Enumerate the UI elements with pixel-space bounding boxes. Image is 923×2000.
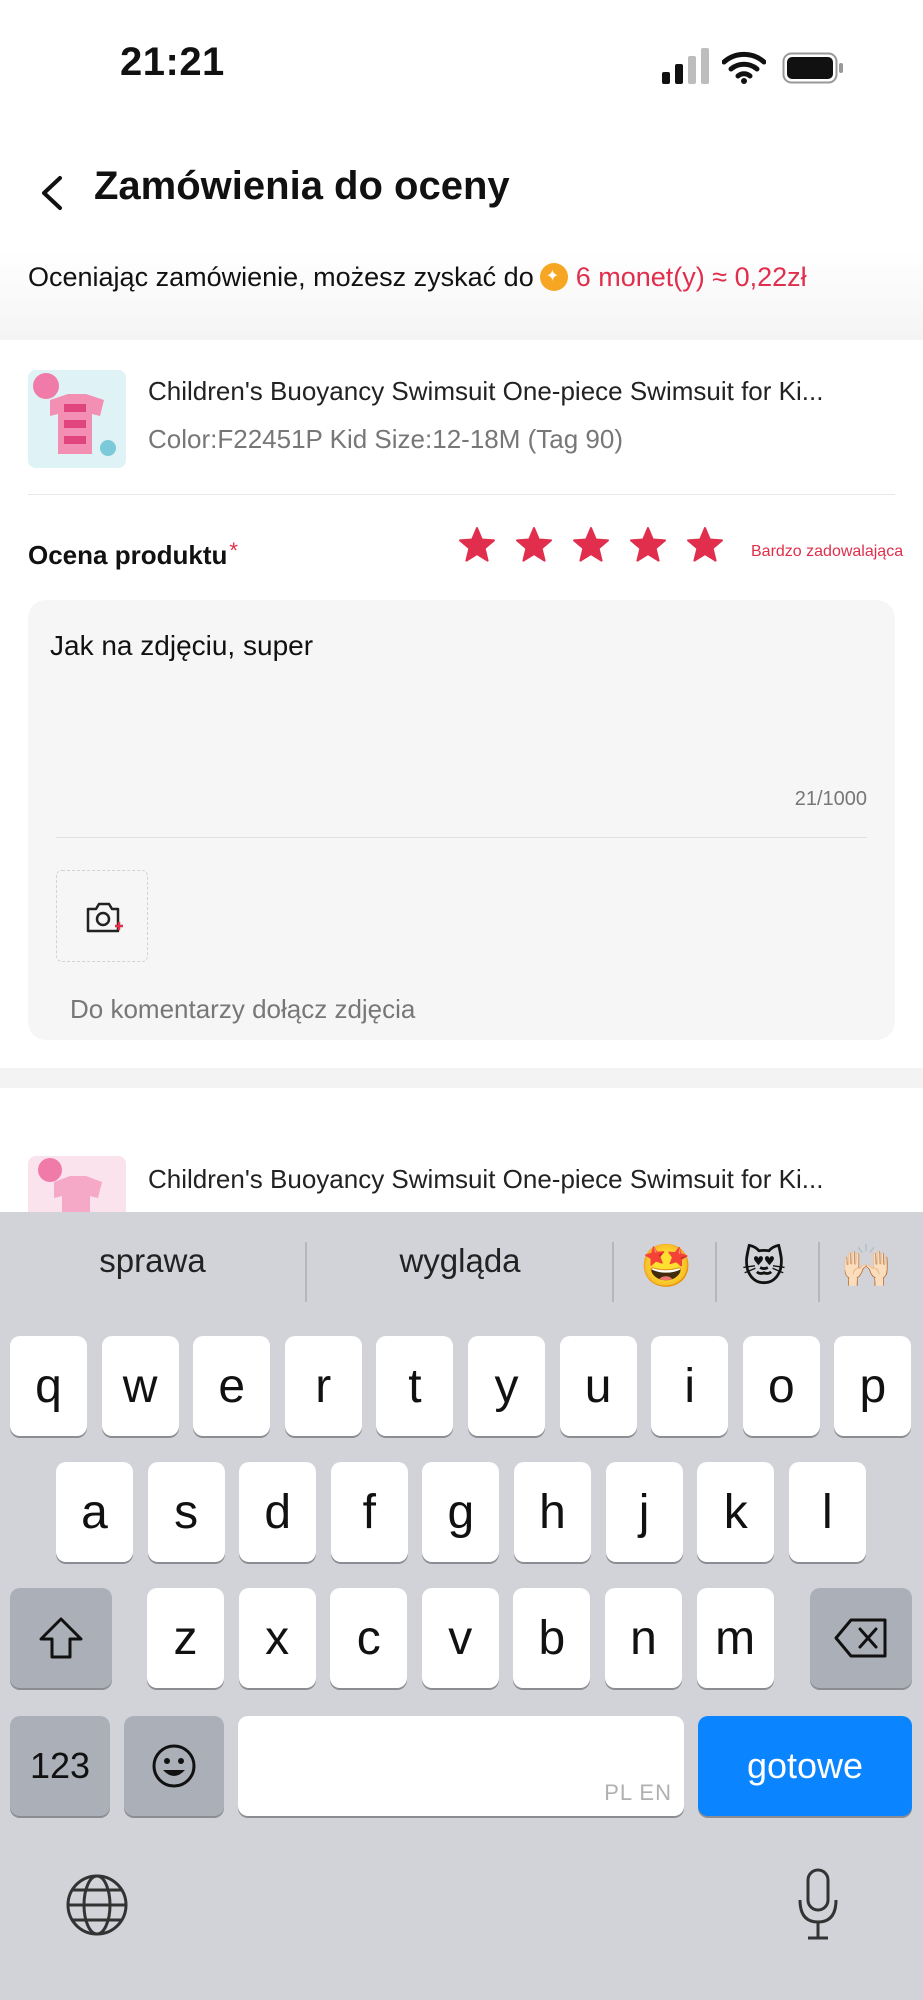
globe-icon[interactable] [64,1872,130,1938]
reward-banner: Oceniając zamówienie, możesz zyskać do 6 … [0,250,923,340]
product-thumbnail [28,1156,126,1212]
emoji-icon [152,1744,196,1788]
emoji-key[interactable] [124,1716,224,1816]
divider [715,1242,717,1302]
required-mark: * [229,538,238,563]
key-z[interactable]: z [147,1588,224,1688]
product-name[interactable]: Children's Buoyancy Swimsuit One-piece S… [148,376,888,407]
star-rating [458,526,724,564]
status-bar: 21:21 [0,0,923,130]
key-k[interactable]: k [697,1462,775,1562]
space-key[interactable]: PL EN [238,1716,684,1816]
key-p[interactable]: p [834,1336,912,1436]
product-variant: Color:F22451P Kid Size:12-18M (Tag 90) [148,424,623,454]
key-w[interactable]: w [101,1336,179,1436]
status-time: 21:21 [120,40,225,84]
space-language-label: PL EN [604,1780,672,1805]
key-o[interactable]: o [742,1336,820,1436]
battery-icon [782,52,843,84]
review-text[interactable]: Jak na zdjęciu, super [50,630,313,662]
camera-add-icon [86,902,123,933]
key-x[interactable]: x [238,1588,316,1688]
emoji-suggestion-2[interactable]: 😻 [742,1242,786,1291]
star-icon[interactable] [458,526,496,564]
key-r[interactable]: r [284,1336,362,1436]
key-e[interactable]: e [193,1336,271,1436]
wifi-icon [722,51,766,84]
suggestion-1[interactable]: sprawa [30,1242,275,1280]
add-photo-button[interactable] [56,870,148,962]
backspace-icon [834,1618,887,1658]
keyboard: sprawa wygląda 🤩 😻 🙌🏻 qwertyuiop asdfghjk… [0,1212,923,2000]
divider [56,837,867,838]
emoji-suggestion-3[interactable]: 🙌🏻 [840,1242,892,1291]
key-m[interactable]: m [696,1588,774,1688]
suggestion-bar: sprawa wygląda 🤩 😻 🙌🏻 [0,1212,923,1332]
header: Zamówienia do oceny [0,130,923,250]
reward-banner-label: Oceniając zamówienie, możesz zyskać do [28,262,534,292]
key-d[interactable]: d [239,1462,317,1562]
star-icon[interactable] [515,526,553,564]
key-u[interactable]: u [559,1336,637,1436]
key-h[interactable]: h [514,1462,591,1562]
key-t[interactable]: t [376,1336,454,1436]
reward-amount: 6 monet(y) ≈ 0,22zł [575,262,807,292]
numbers-key[interactable]: 123 [10,1716,110,1816]
product-review-card: Children's Buoyancy Swimsuit One-piece S… [0,340,923,1068]
photo-hint: Do komentarzy dołącz zdjęcia [70,994,416,1024]
key-y[interactable]: y [468,1336,545,1436]
product-name[interactable]: Children's Buoyancy Swimsuit One-piece S… [148,1164,888,1195]
key-g[interactable]: g [422,1462,500,1562]
key-n[interactable]: n [605,1588,682,1688]
key-c[interactable]: c [330,1588,408,1688]
key-a[interactable]: a [56,1462,133,1562]
rating-label: Ocena produktu* [28,538,238,571]
divider [818,1242,820,1302]
product-thumbnail [28,370,126,468]
key-v[interactable]: v [421,1588,499,1688]
product-review-card: Children's Buoyancy Swimsuit One-piece S… [0,1088,923,1212]
review-textarea[interactable]: Jak na zdjęciu, super 21/1000 Do komenta… [28,600,895,1040]
key-l[interactable]: l [788,1462,866,1562]
divider [305,1242,307,1302]
key-s[interactable]: s [147,1462,225,1562]
star-icon[interactable] [686,526,724,564]
rating-label-text: Ocena produktu [28,540,228,570]
reward-banner-text: Oceniając zamówienie, możesz zyskać do 6 … [28,262,807,293]
char-count: 21/1000 [794,788,867,810]
emoji-suggestion-1[interactable]: 🤩 [640,1242,692,1291]
divider [28,494,895,495]
back-arrow-icon[interactable] [30,170,76,216]
key-i[interactable]: i [651,1336,729,1436]
page-title: Zamówienia do oceny [94,164,510,208]
shift-key[interactable] [10,1588,112,1688]
key-b[interactable]: b [513,1588,591,1688]
return-key[interactable]: gotowe [698,1716,912,1816]
shift-icon [39,1617,83,1659]
divider [612,1242,614,1302]
section-divider [0,1068,923,1088]
suggestion-2[interactable]: wygląda [330,1242,590,1280]
star-icon[interactable] [629,526,667,564]
key-j[interactable]: j [605,1462,683,1562]
signal-icon [662,48,709,84]
coin-icon [539,263,568,291]
star-icon[interactable] [572,526,610,564]
microphone-icon[interactable] [796,1868,840,1942]
rating-text: Bardzo zadowalająca [751,543,904,560]
key-f[interactable]: f [330,1462,408,1562]
backspace-key[interactable] [810,1588,912,1688]
key-q[interactable]: q [10,1336,87,1436]
